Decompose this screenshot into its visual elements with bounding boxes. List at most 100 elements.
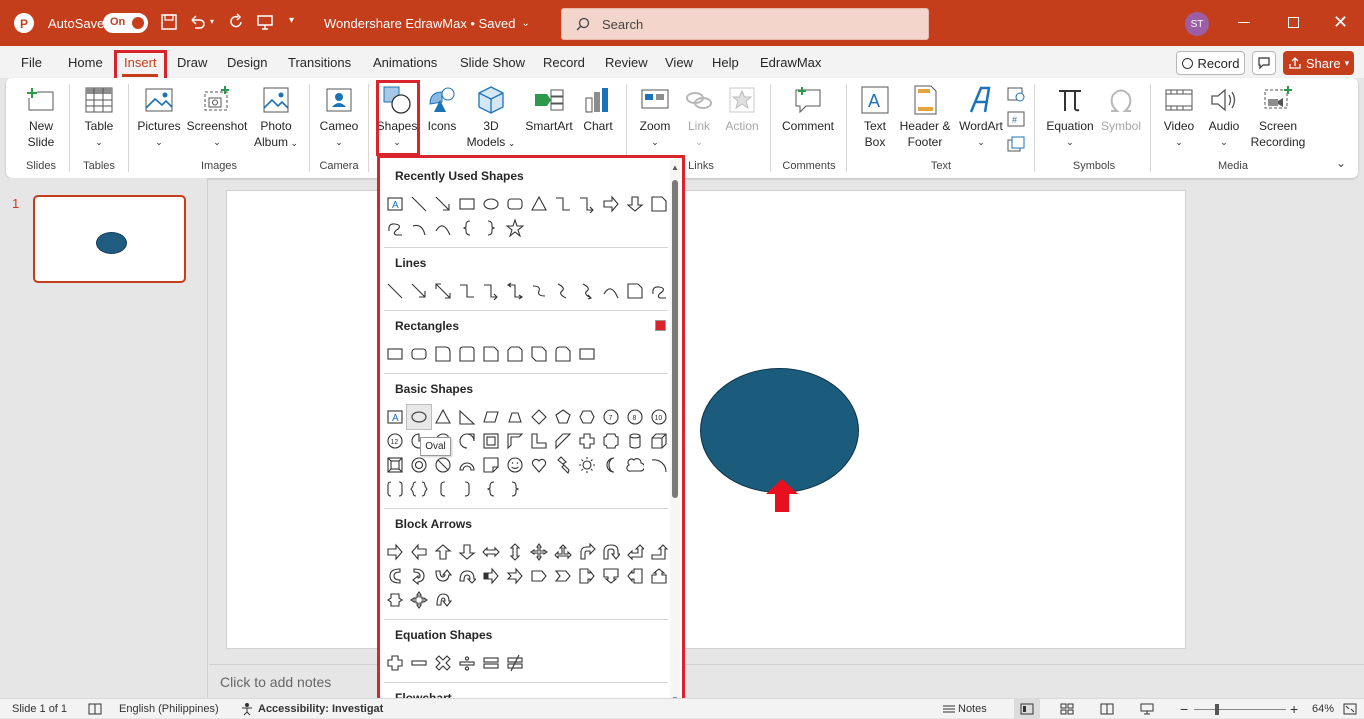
tab-review[interactable]: Review (605, 46, 648, 78)
shape-diagstripe-icon[interactable] (551, 429, 575, 453)
shape-round2-icon[interactable] (455, 342, 479, 366)
shape-plus-icon[interactable] (383, 651, 407, 675)
tab-slide-show[interactable]: Slide Show (460, 46, 525, 78)
shape-lbrace-icon[interactable] (479, 477, 503, 501)
icons-button[interactable]: Icons (424, 84, 460, 134)
shape-star-icon[interactable] (503, 216, 527, 240)
zoom-button[interactable]: Zoom ⌄ (636, 84, 674, 150)
shape-rarrow-icon[interactable] (599, 192, 623, 216)
video-button[interactable]: Video ⌄ (1160, 84, 1198, 150)
reading-view-icon[interactable] (1100, 699, 1114, 719)
shape-cloud-icon[interactable] (623, 453, 647, 477)
share-button[interactable]: Share ▾ (1283, 51, 1354, 75)
shape-snip-icon[interactable] (647, 192, 668, 216)
shape-donut-icon[interactable] (407, 453, 431, 477)
record-button[interactable]: Record (1176, 51, 1245, 75)
shape-rect-icon[interactable] (575, 342, 599, 366)
tab-design[interactable]: Design (227, 46, 267, 78)
shape-textbox-icon[interactable]: A (383, 192, 407, 216)
shape-oval-icon[interactable] (406, 404, 432, 430)
slide-number-icon[interactable]: # (1007, 111, 1025, 127)
shape-curve-icon[interactable] (431, 216, 455, 240)
shape-frame-icon[interactable] (479, 429, 503, 453)
shape-circarrow-icon[interactable] (431, 588, 455, 612)
shape-rbrace-icon[interactable] (479, 216, 503, 240)
shape-pentagonarr-icon[interactable] (527, 564, 551, 588)
shape-pent-icon[interactable] (551, 405, 575, 429)
shape-line-icon[interactable] (383, 279, 407, 303)
shape-snip-icon[interactable] (623, 279, 647, 303)
action-button[interactable]: Action (722, 84, 762, 134)
save-icon[interactable] (160, 13, 178, 34)
tab-transitions[interactable]: Transitions (288, 46, 351, 78)
shape-blockarc-icon[interactable] (455, 453, 479, 477)
shape-dblbrace-icon[interactable] (407, 477, 431, 501)
shape-elbowdbl-icon[interactable] (503, 279, 527, 303)
shape-smiley-icon[interactable] (503, 453, 527, 477)
zoom-level[interactable]: 64% (1312, 699, 1334, 719)
oval-shape[interactable] (700, 368, 859, 493)
shape-uturn-icon[interactable] (599, 540, 623, 564)
present-icon[interactable] (256, 13, 274, 34)
shape-plaque-icon[interactable] (599, 429, 623, 453)
shape-stripedr-icon[interactable] (479, 564, 503, 588)
scrollbar-thumb[interactable] (672, 180, 678, 498)
normal-view-icon[interactable] (1014, 699, 1040, 719)
shape-rarrow-icon[interactable] (383, 540, 407, 564)
shape-para-icon[interactable] (479, 405, 503, 429)
language-indicator[interactable]: English (Philippines) (119, 699, 219, 719)
close-icon[interactable]: ✕ (1333, 12, 1348, 32)
shape-tri-icon[interactable] (431, 405, 455, 429)
link-button[interactable]: Link ⌄ (682, 84, 716, 150)
shape-bolt-icon[interactable] (551, 453, 575, 477)
shape-oval-icon[interactable] (479, 192, 503, 216)
scroll-up-icon[interactable]: ▲ (671, 163, 679, 172)
shape-ucallout-icon[interactable] (647, 564, 668, 588)
shape-tri-icon[interactable] (527, 192, 551, 216)
shape-divide-icon[interactable] (455, 651, 479, 675)
text-box-button[interactable]: A Text Box (858, 84, 892, 150)
zoom-slider-track[interactable] (1194, 709, 1286, 710)
shape-bentarrow-icon[interactable] (575, 540, 599, 564)
new-slide-button[interactable]: New Slide (24, 84, 58, 150)
shape-notchedr-icon[interactable] (503, 564, 527, 588)
shape-larrow-icon[interactable] (407, 540, 431, 564)
slide-sorter-icon[interactable] (1060, 699, 1074, 719)
shape-hex-icon[interactable] (575, 405, 599, 429)
tab-animations[interactable]: Animations (373, 46, 437, 78)
symbol-button[interactable]: Symbol (1100, 84, 1142, 134)
pictures-button[interactable]: Pictures ⌄ (136, 84, 182, 150)
customize-qat-icon[interactable]: ▾ (289, 15, 294, 26)
shape-curvedr-icon[interactable] (383, 564, 407, 588)
tab-file[interactable]: File (21, 46, 42, 78)
notes-button[interactable]: Notes (958, 699, 987, 719)
shape-quadcallout-icon[interactable] (407, 588, 431, 612)
screen-recording-button[interactable]: Screen Recording (1248, 84, 1308, 150)
screenshot-button[interactable]: Screenshot ⌄ (186, 84, 248, 150)
slideshow-view-icon[interactable] (1140, 699, 1154, 719)
equation-button[interactable]: Equation ⌄ (1044, 84, 1096, 150)
shape-freeform-icon[interactable] (647, 279, 668, 303)
tab-draw[interactable]: Draw (177, 46, 207, 78)
shape-diamond-icon[interactable] (527, 405, 551, 429)
tab-help[interactable]: Help (712, 46, 739, 78)
shape-elbow-icon[interactable] (551, 192, 575, 216)
shape-moon-icon[interactable] (599, 453, 623, 477)
header-footer-button[interactable]: Header & Footer (898, 84, 952, 150)
shape-uarrow-icon[interactable] (431, 540, 455, 564)
gallery-scrollbar[interactable]: ▲ ▼ (670, 160, 680, 709)
shape-udarrow-icon[interactable] (503, 540, 527, 564)
shape-nosym-icon[interactable] (431, 453, 455, 477)
chart-button[interactable]: Chart (580, 84, 616, 134)
shape-dodec-icon[interactable]: 12 (383, 429, 407, 453)
shape-dblarrow-icon[interactable] (431, 279, 455, 303)
shape-rect-icon[interactable] (455, 192, 479, 216)
shape-notequal-icon[interactable] (503, 651, 527, 675)
shape-rbrace-icon[interactable] (503, 477, 527, 501)
undo-icon[interactable] (188, 13, 206, 34)
shape-teardrop-icon[interactable] (455, 429, 479, 453)
shape-bentup-icon[interactable] (647, 540, 668, 564)
shape-elbow-icon[interactable] (455, 279, 479, 303)
avatar[interactable]: ST (1185, 12, 1209, 36)
tab-view[interactable]: View (665, 46, 693, 78)
